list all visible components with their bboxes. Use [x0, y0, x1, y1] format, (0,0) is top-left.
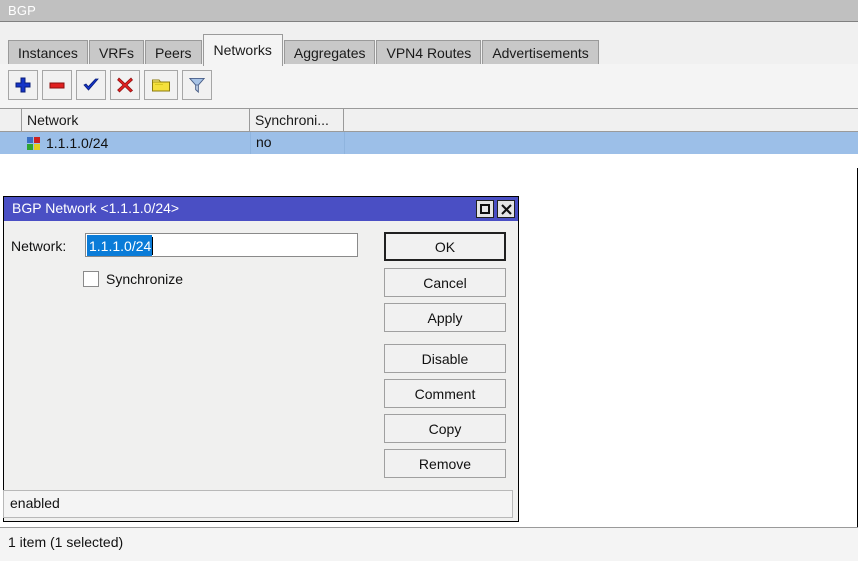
synchronize-checkbox-row[interactable]: Synchronize [83, 271, 183, 287]
close-button[interactable] [497, 200, 515, 218]
networks-table: Network Synchroni... 1.1.1.0/24 no [0, 108, 858, 168]
column-header-network-label: Network [27, 112, 78, 128]
tab-networks[interactable]: Networks [203, 34, 283, 66]
apply-button[interactable]: Apply [384, 303, 506, 332]
tab-aggregates[interactable]: Aggregates [284, 40, 376, 66]
network-squares-icon [27, 137, 40, 150]
tab-row: InstancesVRFsPeersNetworksAggregatesVPN4… [8, 26, 600, 66]
dialog-title: BGP Network <1.1.1.0/24> [12, 200, 179, 216]
text-caret [152, 237, 153, 255]
comment-button-dialog[interactable]: Comment [384, 379, 506, 408]
window-titlebar: BGP [0, 0, 858, 22]
filter-icon [188, 76, 206, 94]
dialog-titlebar[interactable]: BGP Network <1.1.1.0/24> [4, 197, 518, 221]
maximize-button[interactable] [476, 200, 494, 218]
tab-advertisements[interactable]: Advertisements [482, 40, 598, 66]
close-icon [501, 204, 512, 215]
filter-button[interactable] [182, 70, 212, 100]
remove-button-dialog[interactable]: Remove [384, 449, 506, 478]
enable-button[interactable] [76, 70, 106, 100]
note-icon [151, 76, 171, 94]
tab-peers[interactable]: Peers [145, 40, 202, 66]
tab-vpn4-routes[interactable]: VPN4 Routes [376, 40, 481, 66]
toolbar-buttons [8, 70, 212, 100]
maximize-icon [480, 204, 490, 214]
tab-vrfs[interactable]: VRFs [89, 40, 144, 66]
row-cell-filler [344, 132, 858, 154]
copy-button[interactable]: Copy [384, 414, 506, 443]
check-icon [82, 76, 100, 94]
table-header-row: Network Synchroni... [0, 108, 858, 132]
synchronize-label: Synchronize [106, 271, 183, 287]
disable-button-dialog[interactable]: Disable [384, 344, 506, 373]
comment-button[interactable] [144, 70, 178, 100]
column-header-network[interactable]: Network [22, 109, 250, 131]
tab-strip: InstancesVRFsPeersNetworksAggregatesVPN4… [0, 22, 858, 66]
tab-instances[interactable]: Instances [8, 40, 88, 66]
add-button[interactable] [8, 70, 38, 100]
item-count-label: 1 item (1 selected) [8, 534, 123, 550]
tab-underline [0, 64, 858, 66]
network-input-value: 1.1.1.0/24 [87, 235, 152, 257]
sort-ascending-icon [233, 116, 243, 124]
column-header-synchronize[interactable]: Synchroni... [250, 109, 344, 131]
disable-button[interactable] [110, 70, 140, 100]
column-header-synchronize-label: Synchroni... [255, 112, 329, 128]
row-network-value: 1.1.1.0/24 [46, 133, 108, 154]
table-row[interactable]: 1.1.1.0/24 no [0, 132, 858, 154]
network-input[interactable]: 1.1.1.0/24 [85, 233, 358, 257]
toolbar [0, 66, 858, 108]
remove-button[interactable] [42, 70, 72, 100]
ok-button[interactable]: OK [384, 232, 506, 261]
synchronize-checkbox[interactable] [83, 271, 99, 287]
minus-icon [48, 76, 66, 94]
cancel-button[interactable]: Cancel [384, 268, 506, 297]
plus-icon [14, 76, 32, 94]
window-status-bar: 1 item (1 selected) [0, 527, 858, 561]
row-gutter [0, 132, 22, 154]
cross-icon [116, 76, 134, 94]
table-header-gutter [0, 109, 22, 131]
window-title: BGP [8, 3, 36, 18]
row-cell-network: 1.1.1.0/24 [22, 132, 250, 154]
column-header-filler [344, 109, 858, 131]
row-cell-synchronize: no [250, 132, 344, 154]
